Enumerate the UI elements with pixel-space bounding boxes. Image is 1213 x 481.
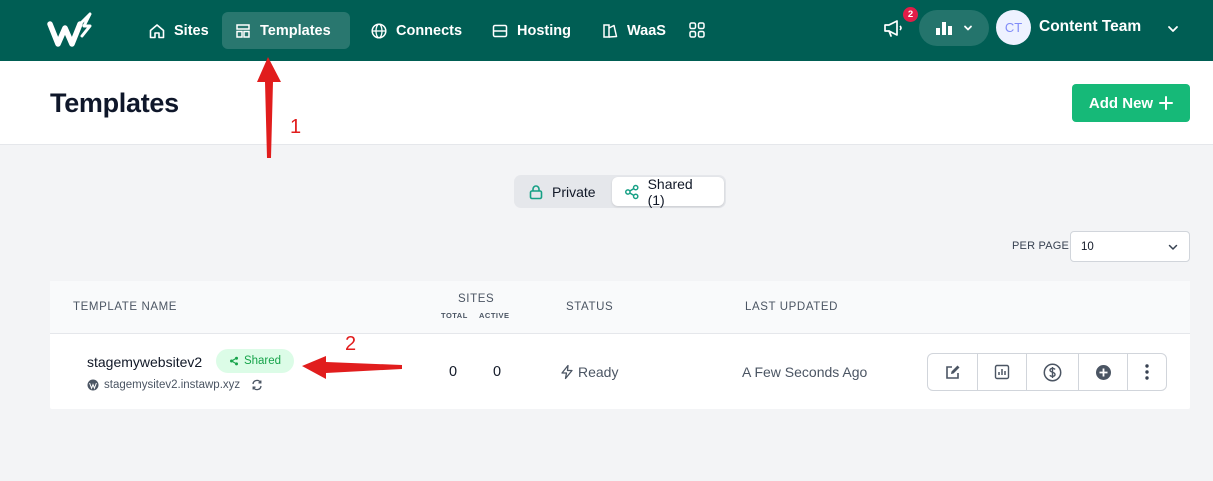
top-nav: Sites Templates Connects Hosting WaaS 2 … xyxy=(0,0,1213,61)
share-icon xyxy=(229,356,238,366)
edit-icon xyxy=(945,365,960,379)
user-name[interactable]: Content Team xyxy=(1039,18,1141,36)
globe-icon xyxy=(371,22,387,39)
nav-item-hosting[interactable]: Hosting xyxy=(479,12,583,49)
table-header: TEMPLATE NAME SITES TOTAL ACTIVE STATUS … xyxy=(50,281,1190,334)
per-page-value: 10 xyxy=(1081,240,1094,253)
tab-shared-label: Shared (1) xyxy=(647,175,693,208)
sites-total: 0 xyxy=(449,364,458,380)
status-cell: Ready xyxy=(559,364,618,380)
sync-icon[interactable] xyxy=(251,379,263,391)
edit-button[interactable] xyxy=(928,354,978,390)
page-title: Templates xyxy=(50,88,179,118)
more-options-button[interactable] xyxy=(1128,354,1166,390)
lightning-icon xyxy=(561,364,573,380)
lock-icon xyxy=(529,184,543,199)
server-icon xyxy=(492,24,508,37)
template-url: stagemysitev2.instawp.xyz xyxy=(87,379,263,391)
nav-label-waas: WaaS xyxy=(627,22,666,39)
plus-circle-icon xyxy=(1095,364,1111,380)
chevron-down-icon[interactable] xyxy=(1166,22,1180,36)
nav-item-waas[interactable]: WaaS xyxy=(589,12,678,49)
row-actions xyxy=(927,353,1167,391)
wordpress-icon xyxy=(87,379,99,391)
create-site-button[interactable] xyxy=(1079,354,1129,390)
nav-label-sites: Sites xyxy=(174,22,209,39)
avatar[interactable]: CT xyxy=(996,10,1031,45)
chevron-down-icon xyxy=(1168,244,1178,250)
dollar-icon xyxy=(1043,363,1062,381)
status-text: Ready xyxy=(578,364,619,380)
apps-grid-icon[interactable] xyxy=(689,22,705,38)
tab-private-label: Private xyxy=(552,183,596,200)
template-icon xyxy=(236,23,250,38)
nav-item-templates[interactable]: Templates xyxy=(222,12,350,49)
per-page-select[interactable]: 10 xyxy=(1070,231,1190,262)
header-template-name: TEMPLATE NAME xyxy=(73,301,178,313)
home-icon xyxy=(149,23,165,38)
header-sites: SITES xyxy=(458,293,495,305)
add-new-button[interactable]: Add New xyxy=(1072,84,1190,122)
bar-chart-icon xyxy=(936,22,952,35)
header-status: STATUS xyxy=(566,301,614,313)
chevron-down-icon xyxy=(964,25,972,31)
header-total: TOTAL xyxy=(441,311,468,320)
waas-icon xyxy=(603,23,618,38)
sites-active: 0 xyxy=(493,364,502,380)
tab-shared[interactable]: Shared (1) xyxy=(612,175,724,208)
visibility-toggle: Private Shared (1) xyxy=(514,175,726,208)
more-vertical-icon xyxy=(1145,364,1149,380)
notification-badge: 2 xyxy=(903,7,918,22)
analytics-button[interactable] xyxy=(978,354,1028,390)
share-icon xyxy=(625,184,639,199)
stats-dropdown-button[interactable] xyxy=(919,10,989,46)
report-icon xyxy=(994,364,1010,380)
shared-badge: Shared xyxy=(216,349,294,373)
nav-item-connects[interactable]: Connects xyxy=(358,12,474,49)
last-updated: A Few Seconds Ago xyxy=(742,364,868,380)
per-page-label: PER PAGE xyxy=(1012,240,1070,252)
plus-icon xyxy=(1159,96,1174,110)
logo-icon[interactable] xyxy=(46,12,94,52)
nav-label-hosting: Hosting xyxy=(517,22,571,39)
shared-badge-label: Shared xyxy=(243,355,282,367)
add-new-label: Add New xyxy=(1088,94,1154,112)
page-header xyxy=(0,61,1213,145)
nav-label-templates: Templates xyxy=(260,22,331,39)
tab-private[interactable]: Private xyxy=(516,177,610,206)
megaphone-icon[interactable] xyxy=(882,16,906,40)
annotation-number-1: 1 xyxy=(290,116,302,138)
nav-label-connects: Connects xyxy=(396,22,463,39)
template-url-text[interactable]: stagemysitev2.instawp.xyz xyxy=(104,379,240,391)
templates-table: TEMPLATE NAME SITES TOTAL ACTIVE STATUS … xyxy=(50,281,1190,409)
header-active: ACTIVE xyxy=(479,311,510,320)
header-last-updated: LAST UPDATED xyxy=(745,301,839,313)
pricing-button[interactable] xyxy=(1027,354,1079,390)
template-name[interactable]: stagemywebsitev2 xyxy=(87,354,202,370)
annotation-number-2: 2 xyxy=(345,333,357,355)
nav-item-sites[interactable]: Sites xyxy=(136,12,221,49)
